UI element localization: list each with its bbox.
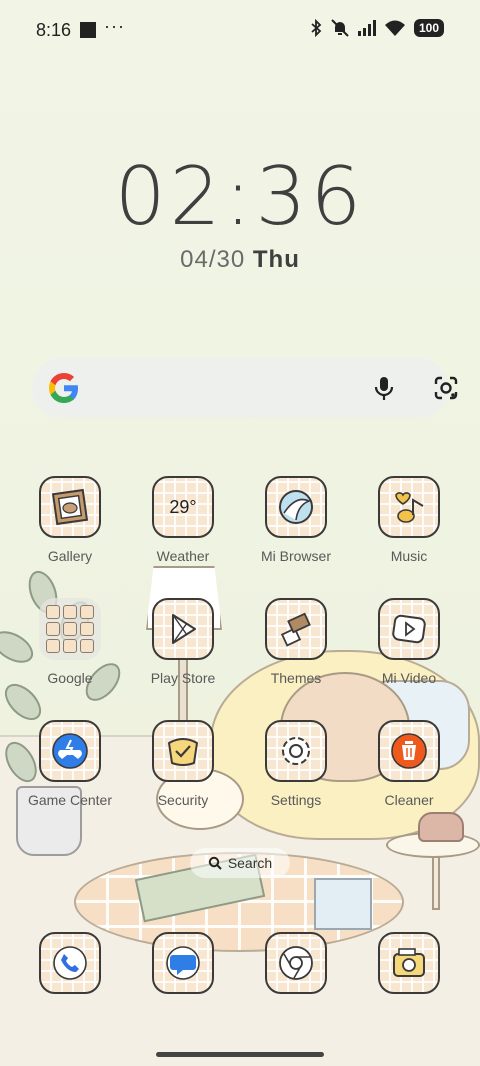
play-store-icon	[152, 598, 214, 660]
dock-camera[interactable]	[353, 932, 465, 996]
google-g-icon	[49, 373, 78, 403]
wallpaper-side-table-leg	[432, 856, 440, 910]
dock-chrome[interactable]	[240, 932, 352, 996]
app-weather[interactable]: 29° Weather	[127, 476, 239, 586]
app-label: Themes	[270, 670, 322, 686]
app-label: Settings	[270, 792, 322, 808]
themes-icon	[265, 598, 327, 660]
app-label: Play Store	[150, 670, 216, 686]
app-settings[interactable]: Settings	[240, 720, 352, 830]
folder-app-icon	[63, 639, 77, 653]
wifi-icon	[384, 20, 405, 36]
folder-app-icon	[63, 605, 77, 619]
folder-icon	[39, 598, 101, 660]
home-search-label: Search	[227, 855, 273, 871]
app-label: Gallery	[47, 548, 93, 564]
folder-app-icon	[80, 605, 94, 619]
more-notifications-icon: ···	[104, 16, 125, 36]
app-label: Game Center	[27, 792, 113, 808]
weather-icon: 29°	[152, 476, 214, 538]
messages-icon	[152, 932, 214, 994]
settings-icon	[265, 720, 327, 782]
bluetooth-icon	[311, 19, 322, 37]
browser-icon	[265, 476, 327, 538]
clock-date[interactable]: 04/30 Thu	[0, 246, 480, 274]
folder-app-icon	[80, 622, 94, 636]
battery-indicator: 100	[413, 19, 444, 37]
app-game-center[interactable]: Game Center	[14, 720, 126, 830]
dock-phone[interactable]	[14, 932, 126, 996]
app-label: Mi Browser	[260, 548, 331, 564]
mute-icon	[331, 19, 349, 37]
app-mi-video[interactable]: Mi Video	[353, 598, 465, 708]
status-bar: 8:16 ··· 100	[0, 0, 480, 60]
wallpaper-gift-box	[314, 878, 372, 930]
home-search-button[interactable]: Search	[190, 848, 290, 878]
app-themes[interactable]: Themes	[240, 598, 352, 708]
app-label: Google	[47, 670, 93, 686]
game-icon	[39, 720, 101, 782]
security-icon	[152, 720, 214, 782]
app-mi-browser[interactable]: Mi Browser	[240, 476, 352, 586]
gallery-icon	[39, 476, 101, 538]
google-search-bar[interactable]	[32, 358, 458, 418]
weather-temperature: 29°	[169, 496, 197, 517]
app-label: Security	[157, 792, 209, 808]
app-label: Mi Video	[381, 670, 437, 686]
signal-icon	[357, 20, 376, 36]
app-music[interactable]: Music	[353, 476, 465, 586]
video-icon	[378, 598, 440, 660]
clock-time[interactable]: 02:36	[0, 150, 480, 243]
google-lens-icon[interactable]	[432, 374, 460, 402]
music-icon	[378, 476, 440, 538]
camera-icon	[378, 932, 440, 994]
folder-google[interactable]: Google	[14, 598, 126, 708]
folder-app-icon	[80, 639, 94, 653]
phone-icon	[39, 932, 101, 994]
notification-icon	[80, 22, 96, 38]
app-label: Weather	[156, 548, 210, 564]
app-label: Music	[390, 548, 428, 564]
date-value: 04/30	[180, 246, 246, 273]
folder-app-icon	[46, 622, 60, 636]
app-gallery[interactable]: Gallery	[14, 476, 126, 586]
folder-app-icon	[46, 605, 60, 619]
chrome-icon	[265, 932, 327, 994]
gesture-navigation-handle[interactable]	[156, 1052, 324, 1057]
status-icons: 100	[310, 18, 444, 38]
app-play-store[interactable]: Play Store	[127, 598, 239, 708]
app-cleaner[interactable]: Cleaner	[353, 720, 465, 830]
status-time: 8:16	[36, 20, 72, 40]
search-icon	[208, 856, 222, 870]
mic-icon[interactable]	[370, 374, 398, 402]
dock-messages[interactable]	[127, 932, 239, 996]
app-security[interactable]: Security	[127, 720, 239, 830]
folder-app-icon	[46, 639, 60, 653]
app-label: Cleaner	[384, 792, 434, 808]
folder-app-icon	[63, 622, 77, 636]
date-weekday: Thu	[252, 246, 300, 273]
cleaner-icon	[378, 720, 440, 782]
